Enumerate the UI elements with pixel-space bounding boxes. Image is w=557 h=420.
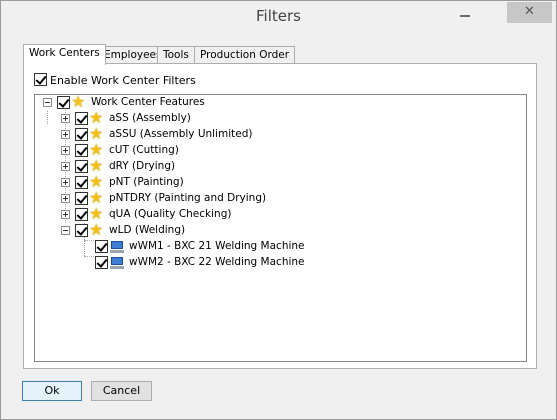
tree-item-label: pNT (Painting) <box>109 176 184 188</box>
expand-toggle[interactable] <box>61 210 70 219</box>
tree-item[interactable]: ★ aSSU (Assembly Unlimited) <box>35 126 335 143</box>
tree-checkbox[interactable] <box>75 208 88 221</box>
filters-dialog: Filters ✕ Work Centers Employees Tools P… <box>0 0 557 420</box>
expand-toggle[interactable] <box>61 114 70 123</box>
tree-child-item[interactable]: wWM1 - BXC 21 Welding Machine <box>35 239 355 255</box>
tree-child-label: wWM1 - BXC 21 Welding Machine <box>129 240 305 252</box>
tree-item[interactable]: ★ pNT (Painting) <box>35 174 335 191</box>
window-title: Filters <box>256 7 301 25</box>
tree-checkbox[interactable] <box>75 176 88 189</box>
cancel-button[interactable]: Cancel <box>91 381 152 401</box>
tree-child-item[interactable]: wWM2 - BXC 22 Welding Machine <box>35 255 355 271</box>
tree-item-label: pNTDRY (Painting and Drying) <box>109 192 267 204</box>
tree-item[interactable]: ★ wLD (Welding) <box>35 220 335 239</box>
tree-item-label: aSSU (Assembly Unlimited) <box>109 128 253 140</box>
tree-checkbox[interactable] <box>75 128 88 141</box>
tree-item-label: aSS (Assembly) <box>109 112 191 124</box>
expand-toggle[interactable] <box>61 146 70 155</box>
tree-item[interactable]: ★ cUT (Cutting) <box>35 142 335 159</box>
tree-root-label: Work Center Features <box>91 96 205 108</box>
collapse-toggle[interactable] <box>61 226 70 235</box>
tab-production-order[interactable]: Production Order <box>194 46 296 64</box>
expand-toggle[interactable] <box>61 162 70 171</box>
tree-item[interactable]: ★ dRY (Drying) <box>35 158 335 175</box>
close-button[interactable]: ✕ <box>507 2 552 23</box>
machine-icon <box>110 241 124 253</box>
tree-item-label: cUT (Cutting) <box>109 144 179 156</box>
close-icon: ✕ <box>524 4 535 19</box>
star-icon: ★ <box>89 220 104 239</box>
tree-root[interactable]: ★ Work Center Features <box>35 92 255 111</box>
tab-work-centers[interactable]: Work Centers <box>23 44 106 65</box>
tree-checkbox[interactable] <box>75 192 88 205</box>
minimize-button[interactable] <box>458 10 472 20</box>
enable-filters-label: Enable Work Center Filters <box>50 74 196 87</box>
tree-item[interactable]: ★ aSS (Assembly) <box>35 110 335 127</box>
tree-item-label: dRY (Drying) <box>109 160 176 172</box>
enable-filters-checkbox[interactable] <box>34 73 47 86</box>
tree-checkbox[interactable] <box>95 240 108 253</box>
tree-checkbox[interactable] <box>75 160 88 173</box>
tree-checkbox[interactable] <box>75 112 88 125</box>
tree-child-label: wWM2 - BXC 22 Welding Machine <box>129 256 305 268</box>
tree-item-label: wLD (Welding) <box>109 224 186 236</box>
tree-checkbox[interactable] <box>75 224 88 237</box>
expand-toggle[interactable] <box>61 130 70 139</box>
ok-button[interactable]: Ok <box>22 381 82 401</box>
work-center-tree[interactable]: ★ Work Center Features ★ aSS (Assembly) … <box>34 94 527 362</box>
expand-toggle[interactable] <box>61 178 70 187</box>
title-bar: Filters ✕ <box>1 1 556 32</box>
collapse-toggle[interactable] <box>43 98 52 107</box>
expand-toggle[interactable] <box>61 194 70 203</box>
tree-checkbox[interactable] <box>57 96 70 109</box>
machine-icon <box>110 257 124 269</box>
star-icon: ★ <box>71 92 86 111</box>
tree-checkbox[interactable] <box>95 256 108 269</box>
work-centers-panel: Enable Work Center Filters ★ Work Center… <box>23 63 537 369</box>
tab-tools[interactable]: Tools <box>157 46 195 64</box>
tree-item[interactable]: ★ qUA (Quality Checking) <box>35 206 335 223</box>
tree-checkbox[interactable] <box>75 144 88 157</box>
tree-item-label: qUA (Quality Checking) <box>109 208 232 220</box>
tree-item[interactable]: ★ pNTDRY (Painting and Drying) <box>35 190 335 207</box>
